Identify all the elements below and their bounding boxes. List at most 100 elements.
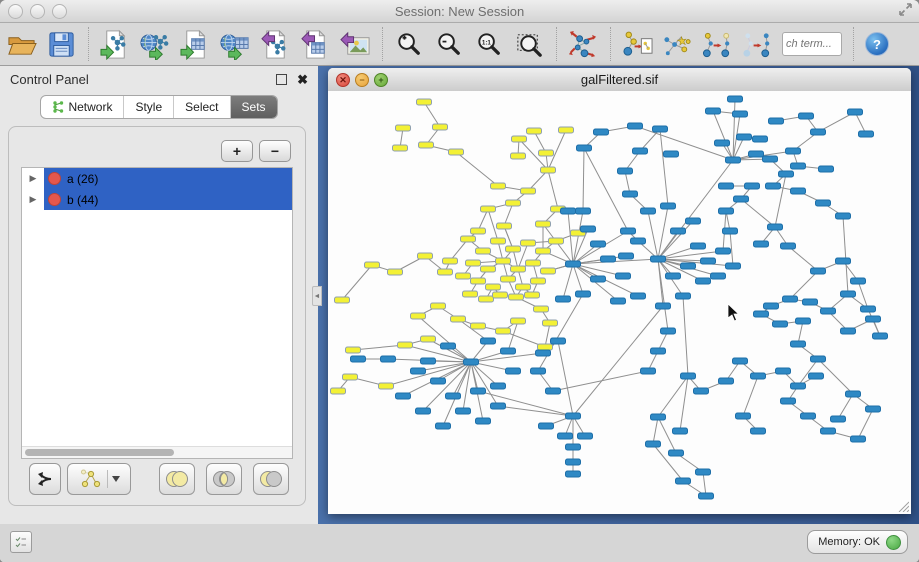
graph-node[interactable] [491, 403, 506, 409]
graph-node[interactable] [623, 191, 638, 197]
split-set-button[interactable] [29, 463, 61, 495]
graph-node[interactable] [737, 134, 752, 140]
graph-node[interactable] [471, 323, 486, 329]
graph-node[interactable] [734, 196, 749, 202]
graph-node[interactable] [601, 256, 616, 262]
graph-node[interactable] [526, 260, 541, 266]
graph-node[interactable] [651, 256, 666, 262]
graph-node[interactable] [456, 273, 471, 279]
graph-node[interactable] [676, 293, 691, 299]
graph-node[interactable] [496, 258, 511, 264]
tab-select[interactable]: Select [174, 96, 230, 118]
graph-node[interactable] [726, 263, 741, 269]
graph-node[interactable] [681, 263, 696, 269]
graph-node[interactable] [491, 183, 506, 189]
graph-node[interactable] [669, 450, 684, 456]
graph-node[interactable] [736, 413, 751, 419]
graph-node[interactable] [611, 298, 626, 304]
graph-node[interactable] [851, 436, 866, 442]
graph-node[interactable] [706, 108, 721, 114]
graph-node[interactable] [619, 253, 634, 259]
graph-node[interactable] [534, 306, 549, 312]
graph-node[interactable] [763, 156, 778, 162]
graph-node[interactable] [416, 408, 431, 414]
create-set-button[interactable] [67, 463, 131, 495]
graph-node[interactable] [436, 423, 451, 429]
graph-node[interactable] [686, 218, 701, 224]
graph-node[interactable] [753, 136, 768, 142]
graph-node[interactable] [809, 373, 824, 379]
graph-node[interactable] [769, 118, 784, 124]
network-window-titlebar[interactable]: ✕ − + galFiltered.sif [328, 68, 911, 92]
graph-node[interactable] [491, 383, 506, 389]
network-from-selection-icon[interactable] [622, 29, 653, 60]
graph-node[interactable] [531, 278, 546, 284]
graph-node[interactable] [536, 221, 551, 227]
graph-node[interactable] [566, 261, 581, 267]
graph-node[interactable] [511, 153, 526, 159]
graph-node[interactable] [836, 213, 851, 219]
graph-node[interactable] [481, 266, 496, 272]
graph-node[interactable] [591, 276, 606, 282]
graph-node[interactable] [538, 344, 553, 350]
graph-node[interactable] [841, 291, 856, 297]
save-session-icon[interactable] [46, 29, 77, 60]
graph-node[interactable] [496, 328, 511, 334]
import-table-file-icon[interactable] [180, 29, 211, 60]
export-table-icon[interactable] [300, 29, 331, 60]
remove-set-button[interactable]: − [259, 140, 291, 162]
graph-node[interactable] [466, 260, 481, 266]
graph-node[interactable] [365, 262, 380, 268]
graph-node[interactable] [846, 391, 861, 397]
graph-node[interactable] [343, 374, 358, 380]
graph-node[interactable] [786, 148, 801, 154]
list-item[interactable]: ▶ b (44) [22, 189, 292, 210]
tab-network[interactable]: Network [41, 96, 124, 118]
graph-node[interactable] [719, 378, 734, 384]
graph-node[interactable] [628, 123, 643, 129]
graph-node[interactable] [551, 338, 566, 344]
graph-node[interactable] [577, 145, 592, 151]
graph-node[interactable] [851, 278, 866, 284]
graph-node[interactable] [511, 266, 526, 272]
graph-node[interactable] [417, 99, 432, 105]
graph-node[interactable] [566, 471, 581, 477]
zoom-selected-icon[interactable] [514, 29, 545, 60]
graph-node[interactable] [549, 238, 564, 244]
graph-node[interactable] [641, 208, 656, 214]
graph-node[interactable] [561, 208, 576, 214]
graph-node[interactable] [651, 414, 666, 420]
graph-node[interactable] [481, 206, 496, 212]
graph-node[interactable] [754, 241, 769, 247]
graph-node[interactable] [433, 124, 448, 130]
graph-node[interactable] [848, 109, 863, 115]
graph-node[interactable] [861, 306, 876, 312]
graph-node[interactable] [578, 433, 593, 439]
zoom-in-icon[interactable] [394, 29, 425, 60]
graph-node[interactable] [661, 203, 676, 209]
graph-node[interactable] [471, 278, 486, 284]
graph-node[interactable] [816, 200, 831, 206]
graph-node[interactable] [651, 348, 666, 354]
graph-node[interactable] [441, 343, 456, 349]
open-session-icon[interactable] [6, 29, 37, 60]
network-zoom-button[interactable]: + [374, 73, 388, 87]
graph-node[interactable] [493, 292, 508, 298]
import-table-url-icon[interactable] [220, 29, 251, 60]
fullscreen-icon[interactable] [898, 2, 914, 18]
intersection-button[interactable] [206, 463, 242, 495]
graph-node[interactable] [719, 183, 734, 189]
graph-node[interactable] [726, 157, 741, 163]
graph-node[interactable] [631, 238, 646, 244]
graph-node[interactable] [501, 276, 516, 282]
graph-node[interactable] [719, 208, 734, 214]
graph-node[interactable] [723, 228, 738, 234]
graph-node[interactable] [618, 168, 633, 174]
graph-node[interactable] [776, 368, 791, 374]
graph-node[interactable] [396, 125, 411, 131]
graph-node[interactable] [335, 297, 350, 303]
graph-node[interactable] [486, 284, 501, 290]
graph-node[interactable] [566, 413, 581, 419]
graph-node[interactable] [446, 393, 461, 399]
graph-node[interactable] [751, 373, 766, 379]
